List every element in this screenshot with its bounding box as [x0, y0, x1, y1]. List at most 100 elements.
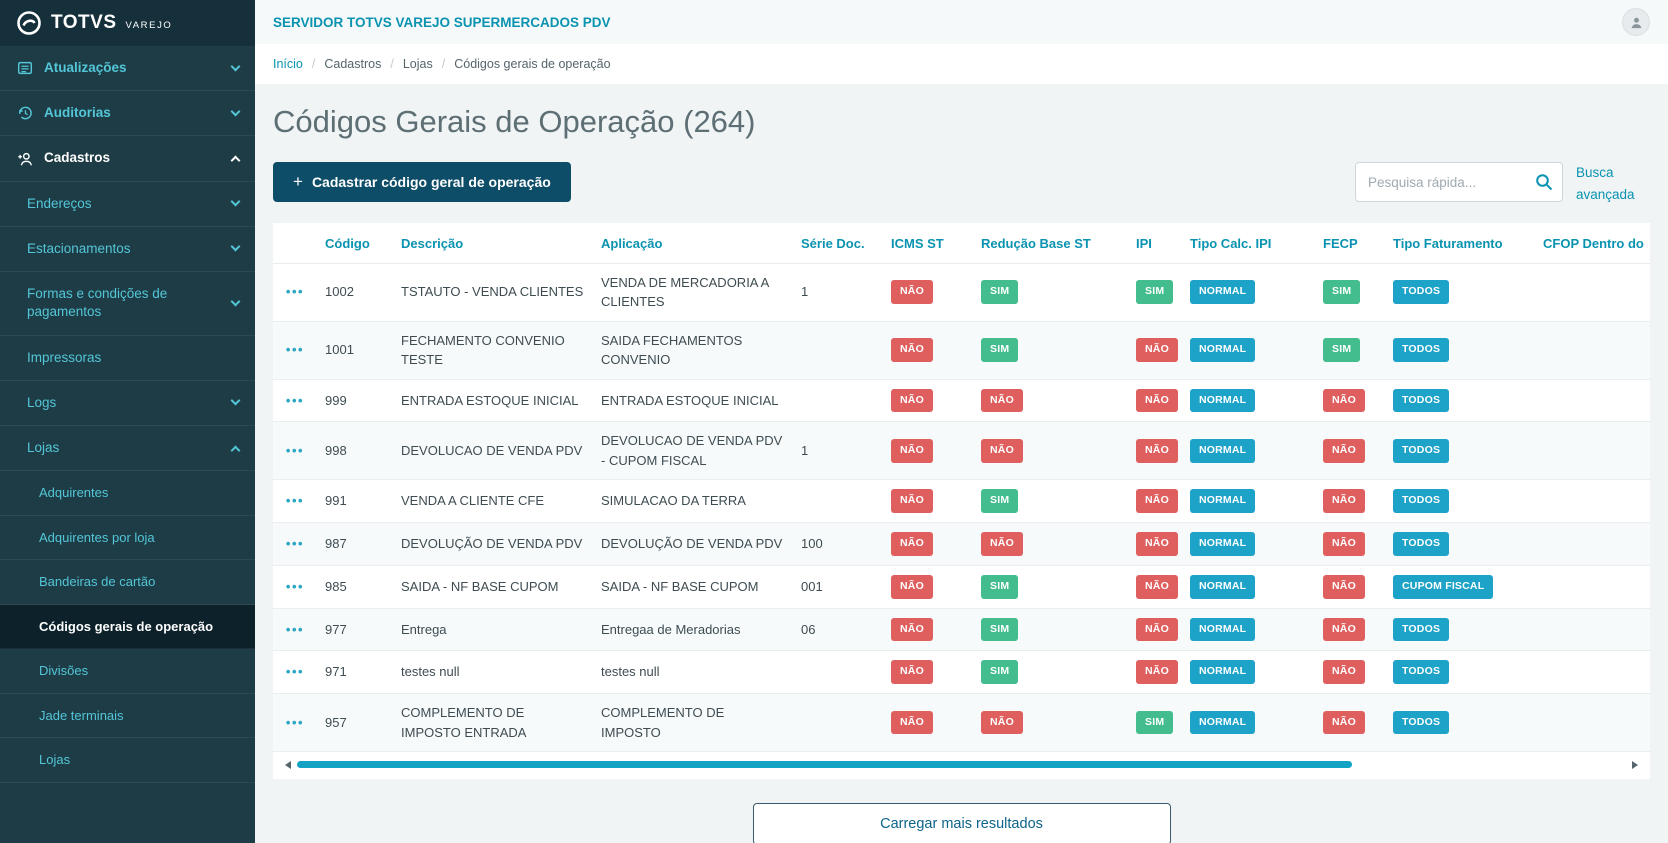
- cell-actions: •••: [273, 263, 317, 322]
- row-actions-button[interactable]: •••: [286, 443, 304, 458]
- cell-fecp: NÃO: [1315, 379, 1385, 423]
- column-header-serie[interactable]: Série Doc.: [793, 222, 883, 264]
- sidebar-item-auditorias[interactable]: Auditorias: [0, 91, 255, 137]
- sidebar-item-enderecos[interactable]: Endereços: [0, 182, 255, 227]
- sidebar-item-bandeiras-de-cartao[interactable]: Bandeiras de cartão: [0, 560, 255, 605]
- cell-serie: 1: [793, 421, 883, 481]
- column-header-descricao[interactable]: Descrição: [393, 222, 593, 264]
- row-actions-button[interactable]: •••: [286, 664, 304, 679]
- status-badge-nao: NÃO: [1136, 617, 1178, 642]
- sidebar-item-estacionamentos[interactable]: Estacionamentos: [0, 227, 255, 273]
- row-actions-button[interactable]: •••: [286, 622, 304, 637]
- add-operation-code-button[interactable]: + Cadastrar código geral de operação: [273, 162, 571, 202]
- cell-cfop: [1535, 565, 1650, 609]
- sidebar-item-codigos-gerais-de-operacao[interactable]: Códigos gerais de operação: [0, 604, 255, 650]
- horizontal-scrollbar[interactable]: [285, 760, 1638, 770]
- breadcrumb-item-codigos-gerais-de-operacao[interactable]: Códigos gerais de operação: [454, 57, 610, 71]
- sidebar-item-adquirentes[interactable]: Adquirentes: [0, 471, 255, 516]
- history-icon: [16, 104, 34, 122]
- row-actions-button[interactable]: •••: [286, 579, 304, 594]
- sidebar-item-formas-e-condicoes-de-pagamentos[interactable]: Formas e condições de pagamentos: [0, 272, 255, 336]
- cell-aplicacao: SIMULACAO DA TERRA: [593, 479, 793, 524]
- sidebar-item-jade-terminais[interactable]: Jade terminais: [0, 694, 255, 739]
- status-badge-nao: NÃO: [891, 660, 933, 685]
- cell-codigo: 971: [317, 650, 393, 695]
- scroll-left-arrow[interactable]: [285, 761, 291, 770]
- column-header-tipo_calc[interactable]: Tipo Calc. IPI: [1182, 222, 1315, 264]
- cell-codigo: 999: [317, 379, 393, 423]
- column-header-tipo_fat[interactable]: Tipo Faturamento: [1385, 222, 1535, 264]
- column-header-cfop[interactable]: CFOP Dentro do: [1535, 222, 1650, 264]
- chevron-down-icon: [230, 61, 241, 72]
- row-actions-button[interactable]: •••: [286, 284, 304, 299]
- search-input[interactable]: [1355, 162, 1563, 202]
- cell-descricao: Entrega: [393, 608, 593, 652]
- top-bar: SERVIDOR TOTVS VAREJO SUPERMERCADOS PDV: [255, 0, 1668, 44]
- cell-serie: 1: [793, 263, 883, 322]
- column-header-ipi[interactable]: IPI: [1128, 222, 1182, 264]
- cell-actions: •••: [273, 565, 317, 609]
- status-badge-normal: NORMAL: [1190, 574, 1256, 599]
- chevron-up-icon: [230, 155, 241, 166]
- breadcrumb-item-cadastros[interactable]: Cadastros: [324, 57, 381, 71]
- advanced-search-link[interactable]: Busca avançada: [1576, 162, 1650, 207]
- scroll-right-arrow[interactable]: [1632, 761, 1638, 770]
- sidebar-item-atualizacoes[interactable]: Atualizações: [0, 46, 255, 92]
- status-badge-nao: NÃO: [891, 617, 933, 642]
- status-badge-normal: NORMAL: [1190, 532, 1256, 556]
- user-avatar[interactable]: [1622, 8, 1650, 36]
- status-badge-normal: NORMAL: [1190, 710, 1256, 735]
- search-icon[interactable]: [1534, 172, 1554, 192]
- row-actions-button[interactable]: •••: [286, 393, 304, 408]
- cell-aplicacao: Entregaa de Meradorias: [593, 608, 793, 652]
- status-badge-todos: TODOS: [1393, 532, 1450, 556]
- app-logo[interactable]: TOTVS VAREJO: [0, 0, 255, 46]
- sidebar-item-lojas[interactable]: Lojas: [0, 738, 255, 784]
- sidebar-item-impressoras[interactable]: Impressoras: [0, 336, 255, 381]
- column-header-actions: [273, 222, 317, 264]
- cell-tipo_fat: CUPOM FISCAL: [1385, 565, 1535, 609]
- column-header-codigo[interactable]: Código: [317, 222, 393, 264]
- cell-aplicacao: ENTRADA ESTOQUE INICIAL: [593, 379, 793, 423]
- row-actions-button[interactable]: •••: [286, 715, 304, 730]
- table-row-985: ••• 985 SAIDA - NF BASE CUPOM SAIDA - NF BA…: [273, 565, 1650, 609]
- cell-cfop: [1535, 321, 1650, 380]
- load-more-button[interactable]: Carregar mais resultados: [752, 803, 1171, 843]
- column-header-reducao[interactable]: Redução Base ST: [973, 222, 1128, 264]
- status-badge-nao: NÃO: [1136, 489, 1178, 514]
- cell-ipi: NÃO: [1128, 608, 1182, 652]
- status-badge-nao: NÃO: [1323, 438, 1365, 463]
- column-header-aplicacao[interactable]: Aplicação: [593, 222, 793, 264]
- sidebar-item-adquirentes-por-loja[interactable]: Adquirentes por loja: [0, 516, 255, 561]
- status-badge-sim: SIM: [1136, 710, 1174, 735]
- row-actions-button[interactable]: •••: [286, 342, 304, 357]
- cell-fecp: NÃO: [1315, 565, 1385, 609]
- cell-serie: [793, 379, 883, 423]
- cell-fecp: SIM: [1315, 321, 1385, 380]
- cell-tipo_fat: TODOS: [1385, 693, 1535, 753]
- row-actions-button[interactable]: •••: [286, 536, 304, 551]
- cell-descricao: DEVOLUÇÃO DE VENDA PDV: [393, 522, 593, 566]
- column-header-icms_st[interactable]: ICMS ST: [883, 222, 973, 264]
- sidebar-item-cadastros[interactable]: Cadastros: [0, 136, 255, 182]
- status-badge-nao: NÃO: [1323, 574, 1365, 599]
- cell-aplicacao: SAIDA FECHAMENTOS CONVENIO: [593, 321, 793, 380]
- sidebar: TOTVS VAREJO Atualizações Auditorias Cadas…: [0, 0, 255, 843]
- sidebar-item-label: Códigos gerais de operação: [39, 618, 214, 634]
- scrollbar-thumb[interactable]: [297, 761, 1353, 769]
- column-header-fecp[interactable]: FECP: [1315, 222, 1385, 264]
- breadcrumb-separator: /: [441, 57, 446, 71]
- cell-reducao: SIM: [973, 263, 1128, 322]
- cell-aplicacao: VENDA DE MERCADORIA A CLIENTES: [593, 263, 793, 322]
- sidebar-item-divisoes[interactable]: Divisões: [0, 649, 255, 694]
- breadcrumb-item-inicio[interactable]: Início: [273, 57, 303, 71]
- cell-tipo_calc: NORMAL: [1182, 522, 1315, 566]
- sidebar-item-logs[interactable]: Logs: [0, 381, 255, 426]
- add-button-label: Cadastrar código geral de operação: [311, 174, 551, 190]
- sidebar-item-label: Divisões: [39, 663, 89, 679]
- cell-aplicacao: DEVOLUCAO DE VENDA PDV - CUPOM FISCAL: [593, 421, 793, 481]
- breadcrumb-item-lojas[interactable]: Lojas: [403, 57, 433, 71]
- status-badge-sim: SIM: [981, 489, 1019, 514]
- row-actions-button[interactable]: •••: [286, 493, 304, 508]
- sidebar-item-lojas[interactable]: Lojas: [0, 426, 255, 472]
